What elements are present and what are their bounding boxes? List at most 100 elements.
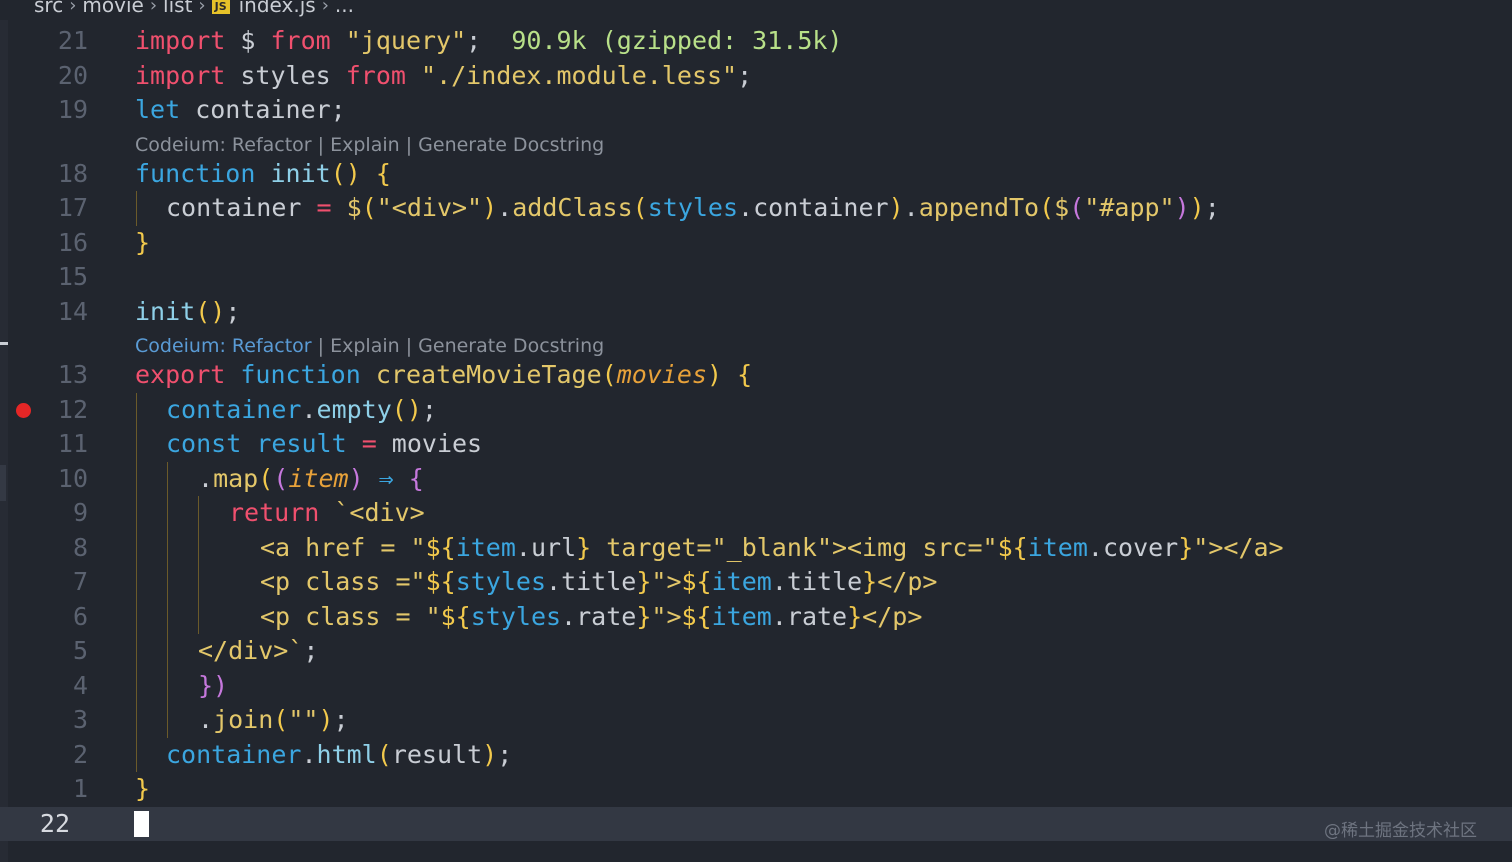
- codelens-actions: Codeium: Refactor | Explain | Generate D…: [135, 335, 605, 357]
- code-line[interactable]: 15: [0, 260, 1512, 295]
- indent-guide: [136, 565, 137, 600]
- breadcrumb-item-list[interactable]: list: [163, 0, 192, 17]
- codelens-docstring[interactable]: Generate Docstring: [418, 134, 604, 156]
- line-number: 16: [57, 227, 88, 257]
- chevron-right-icon: ›: [321, 0, 329, 16]
- line-number: 12: [57, 394, 88, 424]
- indent-guide: [136, 392, 137, 427]
- indent-guide: [167, 703, 168, 738]
- code-text: <p class = "${styles.rate}">${item.rate}…: [260, 601, 923, 631]
- line-number: 10: [57, 463, 88, 493]
- code-line[interactable]: 19 let container;: [0, 93, 1512, 128]
- indent-guide: [167, 530, 168, 565]
- code-line[interactable]: 13 export function createMovieTage(movie…: [0, 358, 1512, 393]
- code-text: <p class ="${styles.title}">${item.title…: [260, 567, 938, 596]
- line-number: 6: [72, 601, 88, 631]
- line-number: 2: [72, 739, 88, 769]
- code-text: const result = movies: [166, 429, 483, 458]
- indent-guide: [136, 634, 137, 669]
- code-line[interactable]: 20 import styles from "./index.module.le…: [0, 59, 1512, 94]
- code-text: <a href = "${item.url} target="_blank"><…: [260, 532, 1284, 562]
- codelens-refactor[interactable]: Codeium: Refactor: [135, 134, 312, 156]
- code-line[interactable]: 11 const result = movies: [0, 427, 1512, 462]
- code-line[interactable]: 6 <p class = "${styles.rate}">${item.rat…: [0, 599, 1512, 634]
- indent-guide: [198, 530, 199, 565]
- code-text: init();: [135, 296, 241, 326]
- watermark: @稀土掘金技术社区: [1324, 821, 1477, 841]
- line-number: 5: [72, 636, 88, 665]
- code-line[interactable]: 1 }: [0, 772, 1512, 807]
- indent-guide: [198, 496, 199, 531]
- code-line[interactable]: 18 function init() {: [0, 157, 1512, 192]
- code-text: export function createMovieTage(movies) …: [135, 360, 753, 389]
- code-text: .join("");: [198, 705, 349, 734]
- code-text: return `<div>: [229, 498, 425, 527]
- indent-guide: [136, 668, 137, 703]
- code-line[interactable]: 16 }: [0, 226, 1512, 261]
- codelens: Codeium: Refactor | Explain | Generate D…: [0, 128, 1512, 157]
- code-line[interactable]: 14 init();: [0, 295, 1512, 330]
- breadcrumb-item-file[interactable]: index.js: [239, 0, 316, 17]
- code-text: container.html(result);: [166, 739, 513, 769]
- codelens-actions: Codeium: Refactor | Explain | Generate D…: [135, 133, 605, 156]
- code-line[interactable]: 17 container = $("<div>").addClass(style…: [0, 191, 1512, 226]
- indent-guide: [136, 427, 137, 462]
- indent-guide: [136, 703, 137, 738]
- chevron-right-icon: ›: [149, 0, 158, 16]
- breadcrumb: src › movie › list › JS index.js › ...: [0, 0, 1512, 20]
- line-number: 18: [57, 158, 88, 188]
- indent-guide: [167, 668, 168, 703]
- line-number-current: 22: [39, 808, 70, 838]
- code-text: }: [135, 227, 151, 257]
- indent-guide: [167, 599, 168, 634]
- current-line[interactable]: 22: [0, 806, 1512, 841]
- code-line[interactable]: 12 container.empty();: [0, 392, 1512, 427]
- indent-guide: [198, 565, 199, 600]
- code-line[interactable]: 10 .map((item) ⇒ {: [0, 461, 1512, 496]
- breakpoint-icon[interactable]: [16, 402, 31, 418]
- import-cost-hint: 90.9k (gzipped: 31.5k): [511, 26, 843, 55]
- code-text: container = $("<div>").addClass(styles.c…: [166, 193, 1220, 222]
- code-line[interactable]: 2 container.html(result);: [0, 737, 1512, 772]
- code-line[interactable]: 9 return `<div>: [0, 496, 1512, 531]
- line-number: 8: [72, 532, 88, 562]
- breadcrumb-more[interactable]: ...: [335, 0, 354, 17]
- indent-guide: [167, 461, 168, 496]
- code-line[interactable]: 4 }): [0, 668, 1512, 703]
- code-line[interactable]: 8 <a href = "${item.url} target="_blank"…: [0, 530, 1512, 565]
- codelens: Codeium: Refactor | Explain | Generate D…: [0, 329, 1512, 358]
- code-text: </div>`;: [198, 636, 319, 665]
- line-number: 9: [72, 498, 88, 527]
- indent-guide: [136, 496, 137, 531]
- code-line[interactable]: 5 </div>`;: [0, 634, 1512, 669]
- codelens-explain[interactable]: Explain: [330, 335, 400, 357]
- code-line[interactable]: 21 import $ from "jquery"; 90.9k (gzippe…: [0, 24, 1512, 59]
- indent-guide: [198, 599, 199, 634]
- chevron-right-icon: ›: [69, 0, 77, 16]
- code-text: import $ from "jquery"; 90.9k (gzipped: …: [135, 26, 843, 55]
- line-number: 19: [57, 95, 88, 124]
- indent-guide: [136, 737, 137, 772]
- line-number: 7: [72, 567, 88, 596]
- indent-guide: [167, 496, 168, 531]
- line-number: 3: [72, 705, 88, 734]
- code-line[interactable]: 3 .join("");: [0, 703, 1512, 738]
- code-editor[interactable]: 21 import $ from "jquery"; 90.9k (gzippe…: [0, 24, 1512, 841]
- codelens-docstring[interactable]: Generate Docstring: [418, 335, 604, 357]
- code-text: .map((item) ⇒ {: [198, 463, 424, 493]
- breadcrumb-item-movie[interactable]: movie: [82, 0, 143, 17]
- indent-guide: [136, 599, 137, 634]
- indent-guide: [136, 191, 137, 226]
- line-number: 14: [57, 296, 88, 326]
- line-number: 20: [57, 60, 88, 90]
- code-text: function init() {: [135, 158, 391, 188]
- codelens-explain[interactable]: Explain: [330, 134, 400, 156]
- code-line[interactable]: 7 <p class ="${styles.title}">${item.tit…: [0, 565, 1512, 600]
- indent-guide: [167, 565, 168, 600]
- line-number: 17: [57, 193, 88, 222]
- codelens-refactor[interactable]: Codeium: Refactor: [135, 335, 312, 357]
- line-number: 13: [57, 360, 88, 389]
- breadcrumb-item-src[interactable]: src: [34, 0, 63, 17]
- js-file-icon: JS: [211, 0, 230, 14]
- code-text: }): [198, 670, 229, 700]
